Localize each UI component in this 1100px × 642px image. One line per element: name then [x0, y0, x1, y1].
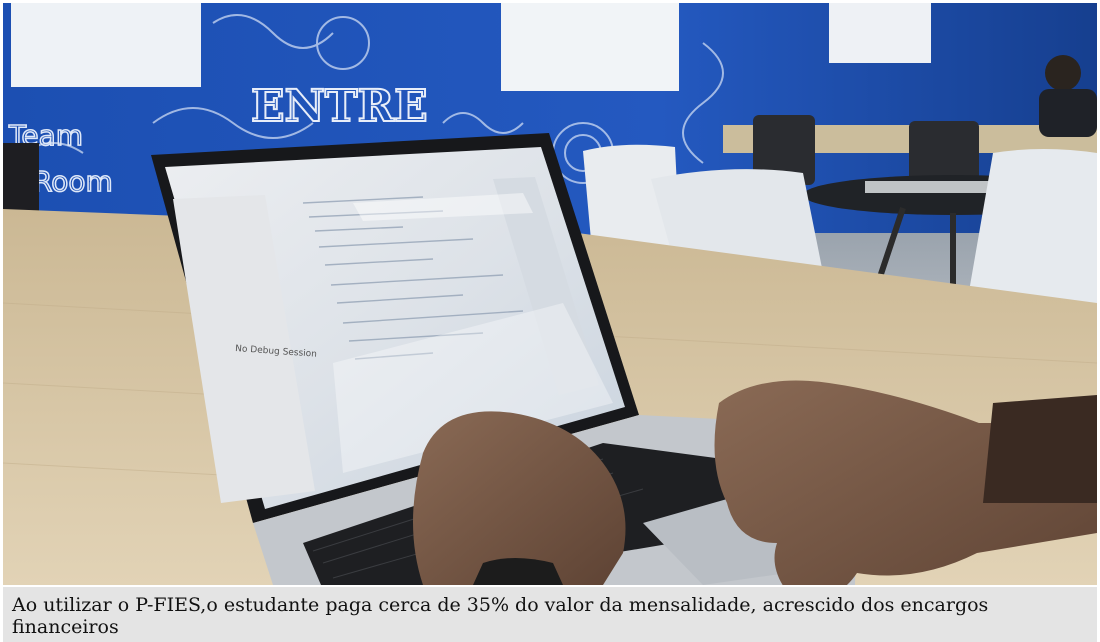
whiteboard	[829, 3, 931, 63]
sleeve	[983, 395, 1097, 503]
figure: ENTRE Team Room No Debug Session Ao util…	[0, 0, 1100, 642]
photo-caption: Ao utilizar o P-FIES,o estudante paga ce…	[3, 587, 1097, 642]
whiteboard	[11, 3, 201, 87]
wall-lettering: ENTRE	[251, 81, 428, 132]
whiteboard	[501, 3, 679, 91]
wall-lettering-left2: Room	[33, 165, 113, 198]
photo-illustration: ENTRE Team Room No Debug Session	[3, 3, 1097, 585]
laptop-photo: ENTRE Team Room No Debug Session	[3, 3, 1097, 585]
